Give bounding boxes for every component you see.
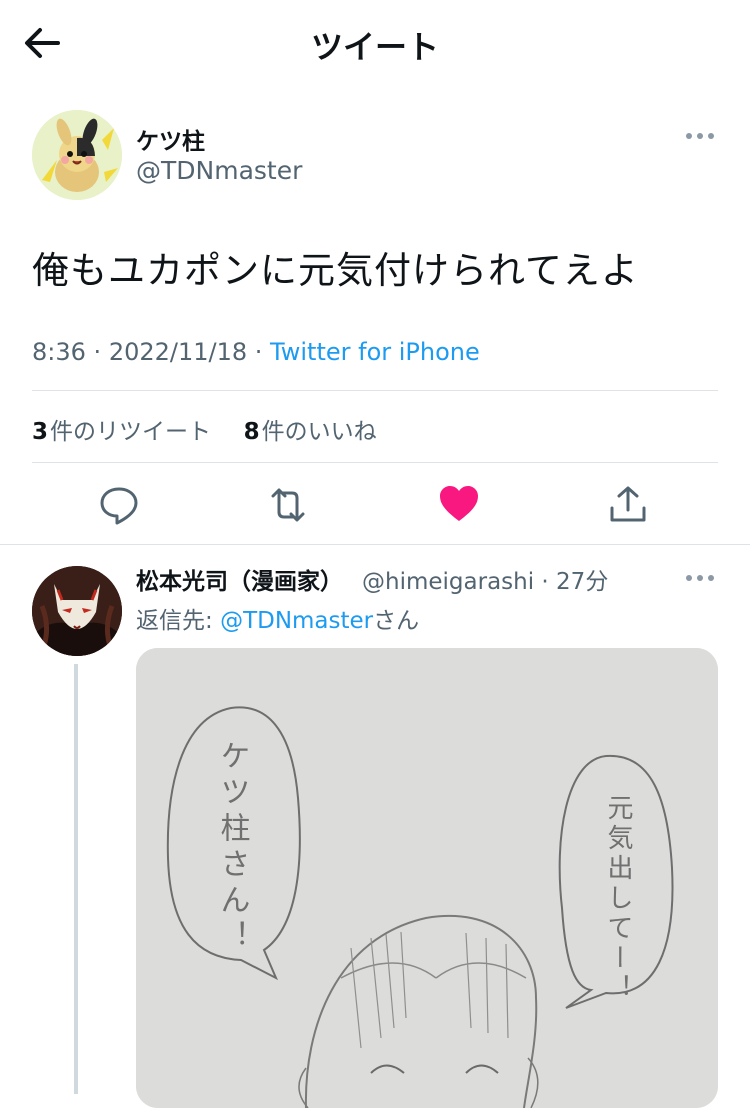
attached-image[interactable]: ケツ柱さん！ 元気出してー！: [136, 648, 718, 1108]
divider: [32, 390, 718, 391]
reply-author-handle[interactable]: @himeigarashi: [362, 569, 534, 595]
separator: ·: [254, 338, 271, 366]
like-stat[interactable]: 8件のいいね: [244, 419, 377, 445]
section-divider: [0, 544, 750, 545]
author-name[interactable]: ケツ柱: [136, 122, 205, 156]
bubble-right-text: 元気出してー！: [603, 794, 633, 1004]
divider: [32, 462, 718, 463]
thread-line: [74, 664, 78, 1094]
replying-to: 返信先: @TDNmasterさん: [136, 601, 419, 635]
reply-author-name[interactable]: 松本光司（漫画家）: [136, 562, 343, 596]
bubble-left-text: ケツ柱さん！: [215, 740, 250, 956]
like-count: 8: [243, 419, 260, 445]
tweet-text: 俺もユカポンに元気付けられてえよ: [32, 249, 639, 292]
fox-mask-avatar-image: [32, 566, 122, 656]
tweet-time: 8:36: [32, 338, 86, 366]
pencil-sketch-image: ケツ柱さん！ 元気出してー！: [136, 648, 718, 1108]
separator: ·: [93, 338, 109, 366]
reply-icon[interactable]: [98, 484, 140, 526]
reply-to-handle[interactable]: @TDNmaster: [220, 608, 373, 634]
retweet-count: 3: [32, 419, 49, 445]
more-options-icon[interactable]: [684, 126, 716, 146]
tweet-metadata: 8:36 · 2022/11/18 · Twitter for iPhone: [32, 338, 480, 366]
reply-handle-time: @himeigarashi · 27分: [362, 562, 608, 596]
tweet-date: 2022/11/18: [108, 338, 248, 366]
reply-to-suffix: さん: [373, 608, 420, 634]
tweet-source-link[interactable]: Twitter for iPhone: [270, 338, 480, 366]
like-heart-icon[interactable]: [437, 482, 481, 526]
reply-time[interactable]: 27分: [556, 569, 608, 595]
tweet-stats: 3件のリツイート 8件のいいね: [32, 412, 377, 446]
share-icon[interactable]: [607, 484, 649, 526]
separator: ·: [534, 569, 557, 595]
page-title: ツイート: [310, 28, 439, 66]
retweet-icon[interactable]: [267, 484, 309, 526]
retweet-label: 件のリツイート: [50, 419, 212, 445]
avatar[interactable]: [32, 566, 122, 656]
avatar[interactable]: [32, 110, 122, 200]
author-handle[interactable]: @TDNmaster: [136, 156, 302, 185]
morpeko-avatar-image: [32, 110, 122, 200]
like-label: 件のいいね: [261, 419, 377, 445]
retweet-stat[interactable]: 3件のリツイート: [32, 419, 211, 445]
reply-to-prefix: 返信先:: [136, 608, 221, 634]
more-options-icon[interactable]: [684, 568, 716, 588]
